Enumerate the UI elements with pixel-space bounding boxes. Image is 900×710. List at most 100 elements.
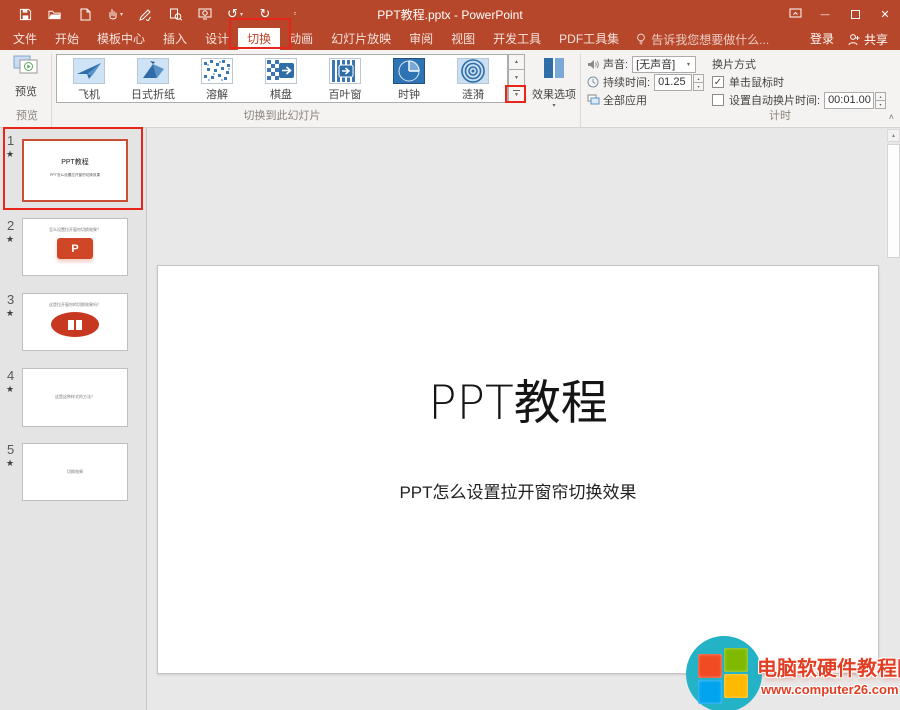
preview-group-label: 预览 [6,107,48,123]
tab-insert[interactable]: 插入 [154,28,196,50]
ribbon-tab-row: 文件 开始 模板中心 插入 设计 切换 动画 幻灯片放映 审阅 视图 开发工具 … [0,28,900,50]
slide-number: 3 [7,292,14,307]
maximize-button[interactable] [840,0,870,28]
new-document-icon[interactable] [70,0,100,28]
powerpoint-window: ▾ ↺▾ ↻ ⹀ PPT教程.pptx - PowerPoint — [0,0,900,710]
transition-clock[interactable]: 时钟 [377,55,441,102]
clock-small-icon [586,76,600,88]
tab-review[interactable]: 审阅 [400,28,442,50]
vertical-scrollbar[interactable]: ▴ [887,129,900,710]
open-icon[interactable] [40,0,70,28]
transition-star-icon: ★ [6,384,14,395]
watermark: 电脑软硬件教程网 www.computer26.com [685,640,900,710]
ripple-icon [457,58,489,84]
on-mouse-click-checkbox[interactable]: ✓ [712,76,724,88]
print-preview-icon[interactable] [160,0,190,28]
sound-combobox[interactable]: [无声音] ▾ [632,56,696,73]
tab-file[interactable]: 文件 [4,28,46,50]
effect-options-icon [539,55,569,81]
transition-blinds[interactable]: 百叶窗 [313,55,377,102]
transition-ripple[interactable]: 涟漪 [441,55,505,102]
windows-logo-yellow-pane [724,674,748,698]
auto-advance-checkbox[interactable] [712,94,724,106]
auto-advance-spinner[interactable]: 00:01.00 ▴ ▾ [824,92,886,109]
annotation-rect-slide-1 [3,127,143,210]
blinds-icon [329,58,361,84]
tab-home[interactable]: 开始 [46,28,88,50]
slide-thumbnail-3[interactable]: 这是拉开窗帘的切换效果吗？ [22,293,128,351]
slideshow-icon[interactable] [190,0,220,28]
windows-logo-red-pane [698,654,722,678]
slide-thumbnail-4[interactable]: 这是这种样式的方法？ [22,368,128,427]
transition-star-icon: ★ [6,308,14,319]
on-mouse-click-option[interactable]: ✓ 单击鼠标时 [712,74,788,90]
slide-thumbnail-2[interactable]: 怎么设置拉开窗帘切换效果？ P [22,218,128,276]
annotation-rect-gallery-more-button [505,85,526,103]
slide-number: 5 [7,442,14,457]
tab-template-center[interactable]: 模板中心 [88,28,154,50]
transition-star-icon: ★ [6,458,14,469]
ribbon-display-options-icon[interactable] [780,0,810,28]
slide-subtitle[interactable]: PPT怎么设置拉开窗帘切换效果 [158,478,878,503]
preview-button[interactable]: 预览 [6,55,46,99]
speaker-icon [586,59,600,70]
touch-mode-icon[interactable]: ▾ [100,0,130,28]
slide-thumbnail-5[interactable]: 切换效果 [22,443,128,501]
slide-number: 2 [7,218,14,233]
tab-developer[interactable]: 开发工具 [484,28,550,50]
minimize-button[interactable]: — [810,0,840,28]
ribbon: 预览 飞机 日式折纸 [0,50,900,128]
save-icon[interactable] [10,0,40,28]
tab-view[interactable]: 视图 [442,28,484,50]
timing-group-label: 计时 [690,107,870,123]
slide-editing-area: PPT教程 PPT怎么设置拉开窗帘切换效果 ▴ [147,128,900,710]
advance-slide-label: 换片方式 [712,56,760,72]
slide-canvas[interactable]: PPT教程 PPT怎么设置拉开窗帘切换效果 [157,265,879,674]
checkerboard-icon [265,58,297,84]
tell-me-box[interactable]: 告诉我您想要做什么... [628,28,777,50]
auto-advance-option[interactable]: 设置自动换片时间: 00:01.00 ▴ ▾ [712,92,886,108]
duration-row: 持续时间: 01.25 ▴ ▾ [586,74,704,90]
duration-spin-up-icon[interactable]: ▴ [693,74,704,83]
touch-mode-caret-icon[interactable]: ▾ [120,11,123,18]
windows-logo-green-pane [724,648,748,672]
gallery-scroll-down-button[interactable]: ▼ [508,70,525,86]
ppt-logo: P [57,238,93,259]
clock-icon [393,58,425,84]
windows-logo-blue-pane [698,680,722,704]
plane-icon [73,58,105,84]
slide-thumbnail-panel: 1 ★ PPT教程 PPT怎么设置拉开窗帘切换效果 2 ★ 怎么设置拉开窗帘切换… [0,128,147,710]
sound-row: 声音: [无声音] ▾ [586,56,696,72]
sign-in-link[interactable]: 登录 [800,28,844,50]
share-button[interactable]: 共享 [844,28,900,50]
origami-icon [137,58,169,84]
duration-spinner[interactable]: 01.25 ▴ ▾ [654,74,704,91]
close-button[interactable]: ✕ [870,0,900,28]
transition-gallery: 飞机 日式折纸 溶解 [56,54,508,103]
slide-title[interactable]: PPT教程 [158,364,878,433]
tab-pdf-tools[interactable]: PDF工具集 [550,28,628,50]
auto-advance-spin-down-icon[interactable]: ▾ [875,101,886,109]
transition-origami[interactable]: 日式折纸 [121,55,185,102]
scrollbar-up-icon[interactable]: ▴ [887,129,900,142]
proofing-icon[interactable] [130,0,160,28]
effect-options-button[interactable]: 效果选项 ▾ [530,55,578,109]
transition-star-icon: ★ [6,234,14,245]
window-controls: — ✕ [780,0,900,28]
dissolve-icon [201,58,233,84]
window-title: PPT教程.pptx - PowerPoint [377,6,522,23]
combobox-caret-icon[interactable]: ▾ [682,61,695,68]
gallery-scroll-up-button[interactable]: ▲ [508,54,525,70]
duration-spin-down-icon[interactable]: ▾ [693,83,704,91]
scrollbar-thumb[interactable] [887,144,900,258]
ppt-ellipse-logo [51,312,99,337]
collapse-ribbon-icon[interactable]: ˄ [889,112,894,122]
slide-number: 4 [7,368,14,383]
tab-slideshow[interactable]: 幻灯片放映 [322,28,400,50]
transition-dissolve[interactable]: 溶解 [185,55,249,102]
auto-advance-spin-up-icon[interactable]: ▴ [875,92,886,101]
apply-all-button[interactable]: 全部应用 [586,92,651,108]
transition-checkerboard[interactable]: 棋盘 [249,55,313,102]
undo-caret-icon[interactable]: ▾ [240,11,243,18]
transition-plane[interactable]: 飞机 [57,55,121,102]
